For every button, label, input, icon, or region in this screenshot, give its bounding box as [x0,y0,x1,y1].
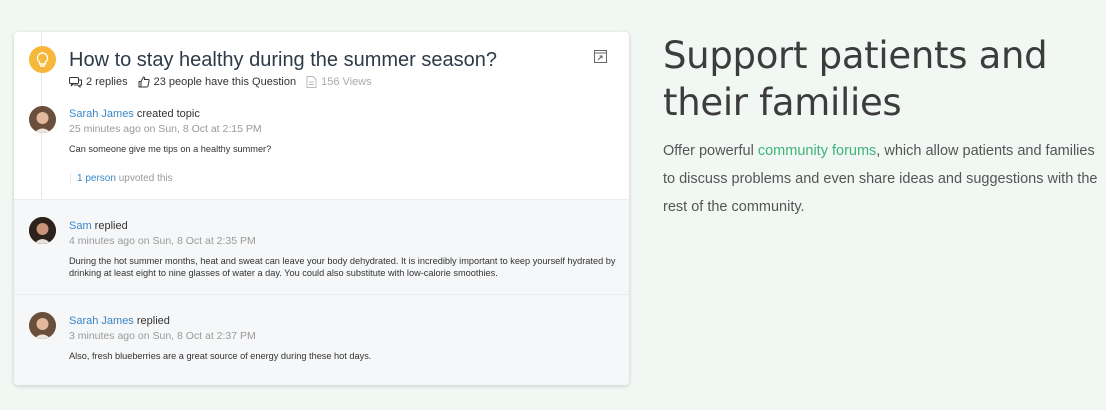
promo-heading: Support patients and their families [663,34,1048,124]
desc-text: Offer powerful [663,143,758,159]
reply-entry-sarah: Sarah James replied 3 minutes ago on Sun… [14,294,629,385]
community-forums-link[interactable]: community forums [758,143,876,159]
upvote-info: 1 person upvoted this [70,173,173,184]
forum-card: Sam replied 4 minutes ago on Sun, 8 Oct … [14,32,629,385]
topic-time: 25 minutes ago on Sun, 8 Oct at 2:15 PM [69,123,262,135]
have-question-text: 23 people have this Question [153,76,297,88]
avatar [29,312,56,339]
lightbulb-icon [29,46,56,73]
topic-byline: Sarah James created topic [69,108,200,120]
avatar [29,217,56,244]
views-icon [306,76,317,88]
reply-body: Also, fresh blueberries are a great sour… [69,351,372,361]
replies-count: 2 replies [69,76,128,88]
action-text: replied [133,315,170,327]
author-link[interactable]: Sarah James [69,315,134,327]
views-count: 156 Views [306,76,372,88]
action-text: created topic [133,108,200,120]
question-title: How to stay healthy during the summer se… [69,49,497,71]
reply-body: During the hot summer months, heat and s… [69,256,616,278]
thumbs-up-icon [138,76,150,88]
avatar [29,106,56,133]
comments-icon [69,76,82,88]
upvote-text: upvoted this [115,173,173,184]
author-link[interactable]: Sarah James [69,108,134,120]
replies-text: 2 replies [86,76,128,88]
reply-byline: Sam replied [69,220,128,232]
action-text: replied [91,220,128,232]
question-meta: 2 replies 23 people have this Question 1… [69,76,382,88]
topic-entry: Sarah James created topic 25 minutes ago… [14,102,629,199]
have-question-count: 23 people have this Question [138,76,297,88]
views-text: 156 Views [321,76,372,88]
promo-description: Offer powerful community forums, which a… [663,137,1103,221]
reply-byline: Sarah James replied [69,315,170,327]
reply-time: 4 minutes ago on Sun, 8 Oct at 2:35 PM [69,235,256,247]
upvote-count-link[interactable]: 1 person [77,173,116,184]
topic-body: Can someone give me tips on a healthy su… [69,144,272,154]
reply-entry-sam: Sam replied 4 minutes ago on Sun, 8 Oct … [14,199,629,295]
author-link[interactable]: Sam [69,220,92,232]
expand-icon[interactable] [594,50,607,63]
reply-time: 3 minutes ago on Sun, 8 Oct at 2:37 PM [69,330,256,342]
